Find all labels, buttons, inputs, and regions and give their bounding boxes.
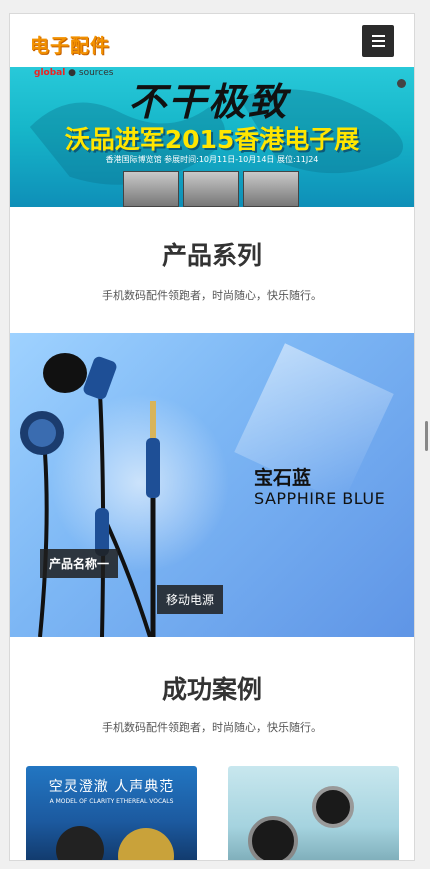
hero-banner[interactable]: global ● sources 不干极致 沃品进军2015香港电子展 香港国际… (10, 67, 414, 207)
hamburger-menu-icon (371, 35, 385, 37)
products-subtitle: 手机数码配件领跑者，时尚随心，快乐随行。 (102, 289, 322, 302)
case-card-title: 空灵澄澈 人声典范 (48, 779, 175, 795)
slider-dot[interactable] (397, 79, 406, 88)
earbud-image (56, 826, 104, 860)
page-frame: 电子配件 global ● sources 不干极致 沃品进军2015香港电子展… (9, 13, 415, 861)
booth-photos (123, 171, 299, 207)
product-name-cn: 宝石蓝 (254, 467, 312, 489)
product-caption-2[interactable]: 移动电源 (157, 585, 224, 614)
cases-title: 成功案例 (161, 675, 262, 704)
booth-photo (123, 171, 179, 207)
banner-headline-top: 不干极致 (128, 79, 289, 124)
earbud-image (118, 828, 174, 860)
global-sources-logo: global ● sources (34, 68, 114, 78)
product-banner[interactable]: 宝石蓝 SAPPHIRE BLUE 产品名称一 移动电源 (10, 333, 414, 637)
scrollbar[interactable] (425, 421, 428, 451)
booth-photo (243, 171, 299, 207)
booth-photo (183, 171, 239, 207)
earbud-image (312, 786, 354, 828)
case-card-subtitle: A MODEL OF CLARITY ETHEREAL VOCALS (49, 798, 174, 805)
banner-headline-main: 沃品进军2015香港电子展 (64, 125, 360, 154)
site-logo[interactable]: 电子配件 (30, 31, 110, 58)
menu-button[interactable] (362, 25, 394, 57)
product-name-en: SAPPHIRE BLUE (254, 489, 386, 508)
case-card-1[interactable]: 空灵澄澈 人声典范 A MODEL OF CLARITY ETHEREAL VO… (26, 766, 197, 860)
product-caption-1[interactable]: 产品名称一 (40, 549, 119, 578)
earbud-image (248, 816, 298, 860)
banner-info: 香港国际博览馆 参展时间:10月11日-10月14日 展位:11J24 (105, 155, 319, 164)
cases-subtitle: 手机数码配件领跑者，时尚随心，快乐随行。 (102, 721, 322, 734)
site-header: 电子配件 (10, 14, 414, 67)
case-card-2[interactable] (228, 766, 399, 860)
products-title: 产品系列 (161, 241, 262, 270)
